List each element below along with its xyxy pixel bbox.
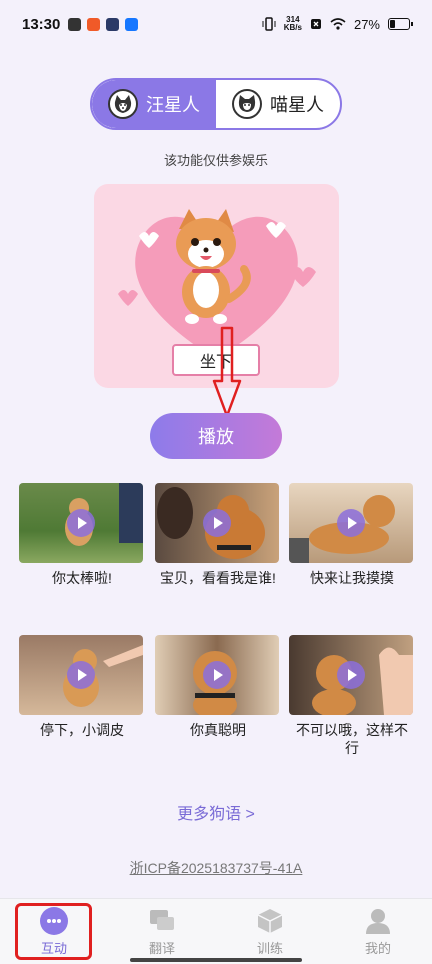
phrase-caption: 快来让我摸摸 [310, 570, 394, 586]
phrase-caption: 停下，小调皮 [40, 722, 124, 738]
dog-tab-label: 汪星人 [146, 95, 200, 115]
play-icon[interactable] [203, 661, 231, 689]
nav-translate-label: 翻译 [148, 940, 175, 956]
app-notification-icon [87, 17, 101, 31]
phrase-video-thumbnail[interactable] [19, 635, 143, 715]
husky-icon [108, 89, 138, 119]
cat-icon [232, 89, 262, 119]
vibrate-icon [262, 17, 276, 31]
icp-record-link[interactable]: 浙ICP备2025183737号-41A [0, 858, 432, 878]
status-bar: 13:30 314 KB/s 27% [0, 0, 432, 48]
phrase-caption: 不可以哦，这样不行 [296, 722, 408, 756]
play-icon[interactable] [67, 509, 95, 537]
dog-tab[interactable]: 汪星人 [92, 80, 216, 128]
notification-icons [68, 17, 139, 31]
phrase-video-thumbnail[interactable] [289, 483, 413, 563]
app-notification-icon [106, 17, 120, 31]
play-icon[interactable] [203, 509, 231, 537]
nav-interact[interactable]: 互动 [0, 899, 108, 964]
sim-icon [310, 19, 321, 29]
nav-train[interactable]: 训练 [216, 899, 324, 964]
phrase-card[interactable]: 快来让我摸摸 [289, 483, 415, 587]
more-phrases-link[interactable]: 更多狗语 > [0, 800, 432, 824]
alipay-icon [125, 17, 139, 31]
phrase-video-thumbnail[interactable] [19, 483, 143, 563]
play-icon[interactable] [67, 661, 95, 689]
phrase-card[interactable]: 你太棒啦! [19, 483, 145, 587]
phrase-caption: 你太棒啦! [52, 570, 112, 586]
cube-icon [256, 907, 284, 935]
chat-bubble-icon [40, 906, 68, 935]
phrase-card[interactable]: 不可以哦，这样不行 [289, 635, 415, 757]
status-right: 314 KB/s 27% [262, 16, 413, 32]
phrase-caption: 宝贝，看看我是谁! [160, 570, 276, 586]
home-indicator [130, 958, 302, 962]
nav-train-label: 训练 [256, 940, 283, 956]
annotation-arrow-icon [212, 326, 242, 418]
phrase-card[interactable]: 停下，小调皮 [19, 635, 145, 739]
phrase-card[interactable]: 宝贝，看看我是谁! [155, 483, 281, 587]
nav-translate[interactable]: 翻译 [108, 899, 216, 964]
nav-interact-label: 互动 [40, 940, 67, 956]
phrase-card[interactable]: 你真聪明 [155, 635, 281, 739]
nav-mine-label: 我的 [364, 940, 391, 956]
translate-icon [148, 907, 176, 935]
bottom-nav: 互动 翻译 训练 我的 [0, 898, 432, 964]
phrase-video-thumbnail[interactable] [155, 483, 279, 563]
app-notification-icon [68, 17, 82, 31]
cat-tab[interactable]: 喵星人 [216, 80, 340, 128]
play-button[interactable]: 播放 [150, 413, 282, 459]
wifi-icon [330, 18, 346, 30]
battery-icon [388, 18, 413, 30]
phrase-video-thumbnail[interactable] [155, 635, 279, 715]
net-speed-unit: KB/s [283, 23, 302, 32]
play-icon[interactable] [337, 509, 365, 537]
disclaimer-text: 该功能仅供参娱乐 [163, 153, 268, 168]
user-icon [364, 907, 392, 935]
battery-text: 27% [353, 16, 380, 32]
cat-tab-label: 喵星人 [270, 95, 324, 115]
nav-mine[interactable]: 我的 [324, 899, 432, 964]
phrase-caption: 你真聪明 [190, 722, 246, 738]
net-speed: 314 KB/s [284, 16, 302, 32]
status-time: 13:30 [22, 15, 61, 33]
play-icon[interactable] [337, 661, 365, 689]
phrase-video-thumbnail[interactable] [289, 635, 413, 715]
species-toggle: 汪星人 喵星人 [90, 78, 342, 130]
